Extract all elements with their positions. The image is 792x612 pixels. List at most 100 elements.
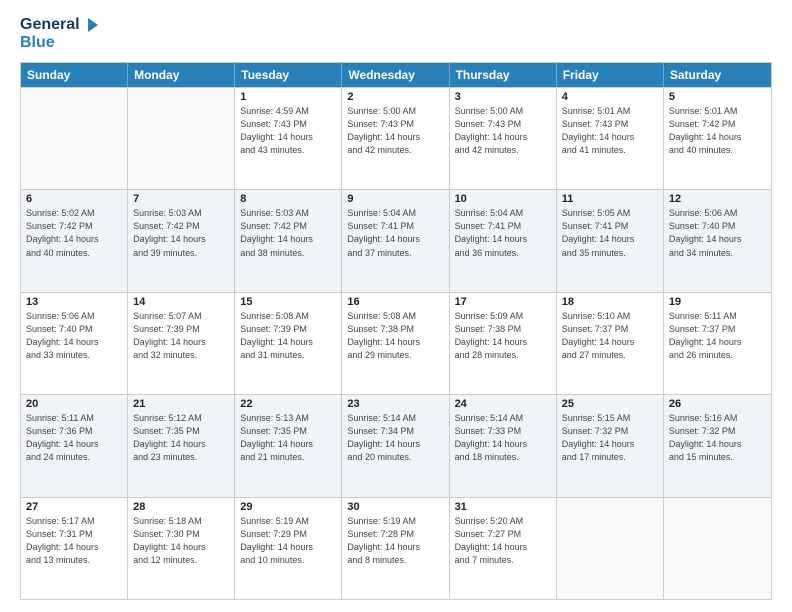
cell-line-1: Sunset: 7:40 PM xyxy=(669,220,766,232)
cell-line-0: Sunrise: 5:10 AM xyxy=(562,310,658,322)
cell-line-1: Sunset: 7:42 PM xyxy=(26,220,122,232)
day-number: 20 xyxy=(26,398,122,410)
calendar-row-3: 13Sunrise: 5:06 AMSunset: 7:40 PMDayligh… xyxy=(21,292,771,394)
day-number: 31 xyxy=(455,501,551,513)
cell-line-2: Daylight: 14 hours xyxy=(562,233,658,245)
cell-line-0: Sunrise: 5:08 AM xyxy=(240,310,336,322)
day-cell-16: 16Sunrise: 5:08 AMSunset: 7:38 PMDayligh… xyxy=(342,293,449,394)
day-number: 11 xyxy=(562,193,658,205)
cell-line-1: Sunset: 7:43 PM xyxy=(562,118,658,130)
day-number: 16 xyxy=(347,296,443,308)
cell-line-1: Sunset: 7:35 PM xyxy=(133,425,229,437)
cell-line-3: and 12 minutes. xyxy=(133,554,229,566)
cell-line-1: Sunset: 7:39 PM xyxy=(240,323,336,335)
cell-line-2: Daylight: 14 hours xyxy=(455,541,551,553)
cell-line-2: Daylight: 14 hours xyxy=(562,438,658,450)
cell-line-1: Sunset: 7:30 PM xyxy=(133,528,229,540)
calendar: SundayMondayTuesdayWednesdayThursdayFrid… xyxy=(20,62,772,600)
day-number: 10 xyxy=(455,193,551,205)
cell-line-3: and 36 minutes. xyxy=(455,247,551,259)
cell-line-0: Sunrise: 5:11 AM xyxy=(669,310,766,322)
cell-line-1: Sunset: 7:32 PM xyxy=(562,425,658,437)
cell-line-0: Sunrise: 5:19 AM xyxy=(240,515,336,527)
cell-line-0: Sunrise: 5:16 AM xyxy=(669,412,766,424)
empty-cell xyxy=(557,498,664,599)
cell-line-2: Daylight: 14 hours xyxy=(26,336,122,348)
cell-line-3: and 20 minutes. xyxy=(347,451,443,463)
cell-line-1: Sunset: 7:36 PM xyxy=(26,425,122,437)
day-cell-2: 2Sunrise: 5:00 AMSunset: 7:43 PMDaylight… xyxy=(342,88,449,189)
cell-line-0: Sunrise: 5:15 AM xyxy=(562,412,658,424)
cell-line-3: and 23 minutes. xyxy=(133,451,229,463)
calendar-row-5: 27Sunrise: 5:17 AMSunset: 7:31 PMDayligh… xyxy=(21,497,771,599)
cell-line-3: and 39 minutes. xyxy=(133,247,229,259)
cell-line-2: Daylight: 14 hours xyxy=(240,131,336,143)
header-day-wednesday: Wednesday xyxy=(342,63,449,87)
cell-line-2: Daylight: 14 hours xyxy=(133,336,229,348)
day-cell-5: 5Sunrise: 5:01 AMSunset: 7:42 PMDaylight… xyxy=(664,88,771,189)
day-number: 13 xyxy=(26,296,122,308)
day-number: 24 xyxy=(455,398,551,410)
cell-line-3: and 24 minutes. xyxy=(26,451,122,463)
day-cell-4: 4Sunrise: 5:01 AMSunset: 7:43 PMDaylight… xyxy=(557,88,664,189)
cell-line-3: and 32 minutes. xyxy=(133,349,229,361)
cell-line-1: Sunset: 7:41 PM xyxy=(562,220,658,232)
cell-line-0: Sunrise: 5:06 AM xyxy=(26,310,122,322)
day-cell-14: 14Sunrise: 5:07 AMSunset: 7:39 PMDayligh… xyxy=(128,293,235,394)
logo-blue: Blue xyxy=(20,34,100,52)
day-number: 27 xyxy=(26,501,122,513)
day-cell-17: 17Sunrise: 5:09 AMSunset: 7:38 PMDayligh… xyxy=(450,293,557,394)
cell-line-2: Daylight: 14 hours xyxy=(347,541,443,553)
cell-line-0: Sunrise: 5:01 AM xyxy=(562,105,658,117)
empty-cell xyxy=(128,88,235,189)
cell-line-3: and 7 minutes. xyxy=(455,554,551,566)
day-number: 3 xyxy=(455,91,551,103)
cell-line-2: Daylight: 14 hours xyxy=(133,438,229,450)
cell-line-3: and 21 minutes. xyxy=(240,451,336,463)
cell-line-1: Sunset: 7:37 PM xyxy=(669,323,766,335)
cell-line-0: Sunrise: 5:03 AM xyxy=(240,207,336,219)
day-number: 23 xyxy=(347,398,443,410)
calendar-row-4: 20Sunrise: 5:11 AMSunset: 7:36 PMDayligh… xyxy=(21,394,771,496)
day-number: 19 xyxy=(669,296,766,308)
day-cell-24: 24Sunrise: 5:14 AMSunset: 7:33 PMDayligh… xyxy=(450,395,557,496)
day-cell-3: 3Sunrise: 5:00 AMSunset: 7:43 PMDaylight… xyxy=(450,88,557,189)
cell-line-1: Sunset: 7:42 PM xyxy=(240,220,336,232)
cell-line-0: Sunrise: 5:17 AM xyxy=(26,515,122,527)
cell-line-3: and 34 minutes. xyxy=(669,247,766,259)
day-number: 25 xyxy=(562,398,658,410)
day-cell-12: 12Sunrise: 5:06 AMSunset: 7:40 PMDayligh… xyxy=(664,190,771,291)
cell-line-3: and 40 minutes. xyxy=(26,247,122,259)
cell-line-1: Sunset: 7:43 PM xyxy=(455,118,551,130)
day-number: 28 xyxy=(133,501,229,513)
day-number: 12 xyxy=(669,193,766,205)
day-cell-23: 23Sunrise: 5:14 AMSunset: 7:34 PMDayligh… xyxy=(342,395,449,496)
day-cell-6: 6Sunrise: 5:02 AMSunset: 7:42 PMDaylight… xyxy=(21,190,128,291)
cell-line-3: and 15 minutes. xyxy=(669,451,766,463)
day-number: 6 xyxy=(26,193,122,205)
cell-line-0: Sunrise: 5:19 AM xyxy=(347,515,443,527)
cell-line-3: and 13 minutes. xyxy=(26,554,122,566)
cell-line-2: Daylight: 14 hours xyxy=(347,438,443,450)
cell-line-1: Sunset: 7:39 PM xyxy=(133,323,229,335)
cell-line-2: Daylight: 14 hours xyxy=(347,233,443,245)
cell-line-1: Sunset: 7:42 PM xyxy=(669,118,766,130)
cell-line-2: Daylight: 14 hours xyxy=(455,131,551,143)
cell-line-2: Daylight: 14 hours xyxy=(669,336,766,348)
day-cell-1: 1Sunrise: 4:59 AMSunset: 7:43 PMDaylight… xyxy=(235,88,342,189)
cell-line-0: Sunrise: 5:12 AM xyxy=(133,412,229,424)
cell-line-2: Daylight: 14 hours xyxy=(240,233,336,245)
calendar-row-1: 1Sunrise: 4:59 AMSunset: 7:43 PMDaylight… xyxy=(21,87,771,189)
day-number: 22 xyxy=(240,398,336,410)
cell-line-1: Sunset: 7:43 PM xyxy=(240,118,336,130)
calendar-row-2: 6Sunrise: 5:02 AMSunset: 7:42 PMDaylight… xyxy=(21,189,771,291)
cell-line-3: and 40 minutes. xyxy=(669,144,766,156)
cell-line-3: and 42 minutes. xyxy=(347,144,443,156)
day-cell-29: 29Sunrise: 5:19 AMSunset: 7:29 PMDayligh… xyxy=(235,498,342,599)
cell-line-0: Sunrise: 5:05 AM xyxy=(562,207,658,219)
cell-line-3: and 42 minutes. xyxy=(455,144,551,156)
cell-line-3: and 37 minutes. xyxy=(347,247,443,259)
cell-line-0: Sunrise: 5:13 AM xyxy=(240,412,336,424)
empty-cell xyxy=(664,498,771,599)
day-cell-18: 18Sunrise: 5:10 AMSunset: 7:37 PMDayligh… xyxy=(557,293,664,394)
